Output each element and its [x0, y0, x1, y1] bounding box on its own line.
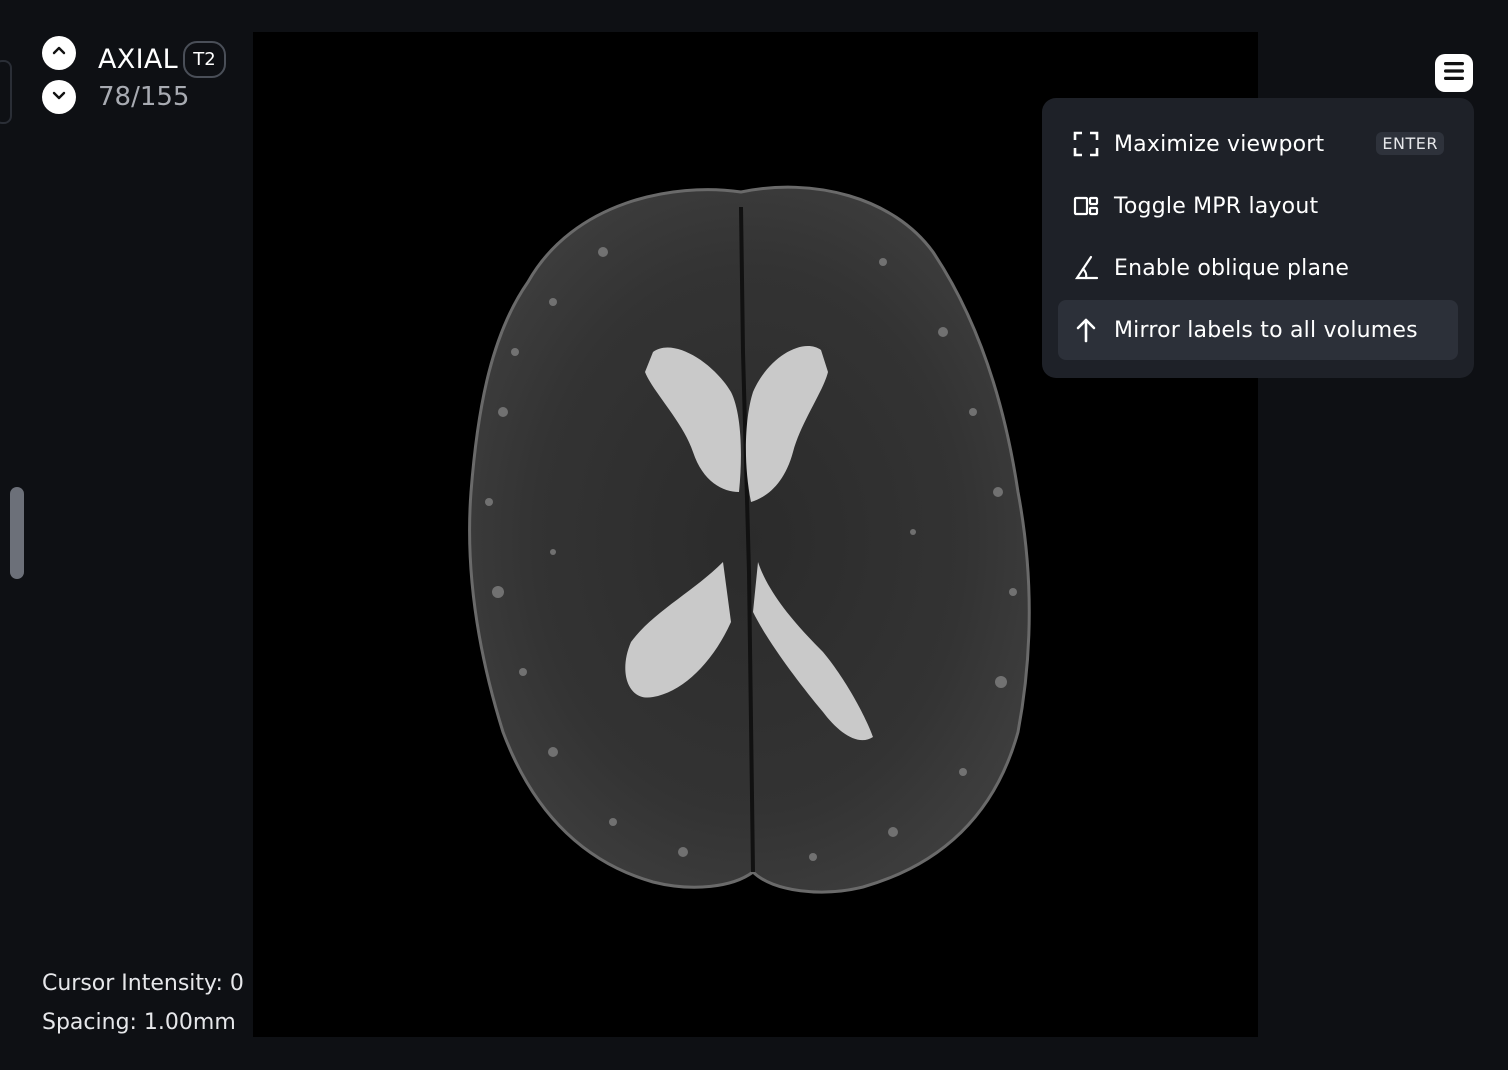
maximize-icon: [1072, 130, 1100, 158]
chevron-down-icon: [50, 86, 68, 108]
plane-title: AXIAL: [98, 44, 178, 75]
cursor-intensity: Cursor Intensity: 0: [42, 971, 244, 996]
voxel-spacing: Spacing: 1.00mm: [42, 1010, 236, 1035]
next-slice-button[interactable]: [42, 80, 76, 114]
menu-item-mirror-labels[interactable]: Mirror labels to all volumes: [1058, 300, 1458, 360]
menu-item-label: Mirror labels to all volumes: [1114, 317, 1418, 343]
slice-scrollbar[interactable]: [10, 487, 24, 579]
menu-item-label: Toggle MPR layout: [1114, 193, 1319, 219]
shortcut-badge: ENTER: [1376, 132, 1444, 155]
chevron-up-icon: [50, 42, 68, 64]
menu-item-label: Enable oblique plane: [1114, 255, 1350, 281]
viewport-context-menu: Maximize viewport ENTER Toggle MPR layou…: [1042, 98, 1474, 378]
menu-icon: [1442, 60, 1466, 86]
previous-slice-button[interactable]: [42, 36, 76, 70]
arrow-up-icon: [1072, 316, 1100, 344]
angle-icon: [1072, 254, 1100, 282]
viewer-frame: AXIAL T2 78/155 Cursor Intensity: 0 Spac…: [0, 0, 1508, 1070]
layout-icon: [1072, 192, 1100, 220]
viewport-menu-button[interactable]: [1435, 54, 1473, 92]
sequence-badge: T2: [183, 41, 226, 78]
menu-item-toggle-mpr-layout[interactable]: Toggle MPR layout: [1058, 176, 1458, 236]
menu-item-maximize-viewport[interactable]: Maximize viewport ENTER: [1058, 114, 1458, 174]
side-panel-tab[interactable]: [0, 60, 12, 124]
menu-item-label: Maximize viewport: [1114, 131, 1325, 157]
slice-counter: 78/155: [98, 82, 190, 112]
menu-item-enable-oblique-plane[interactable]: Enable oblique plane: [1058, 238, 1458, 298]
